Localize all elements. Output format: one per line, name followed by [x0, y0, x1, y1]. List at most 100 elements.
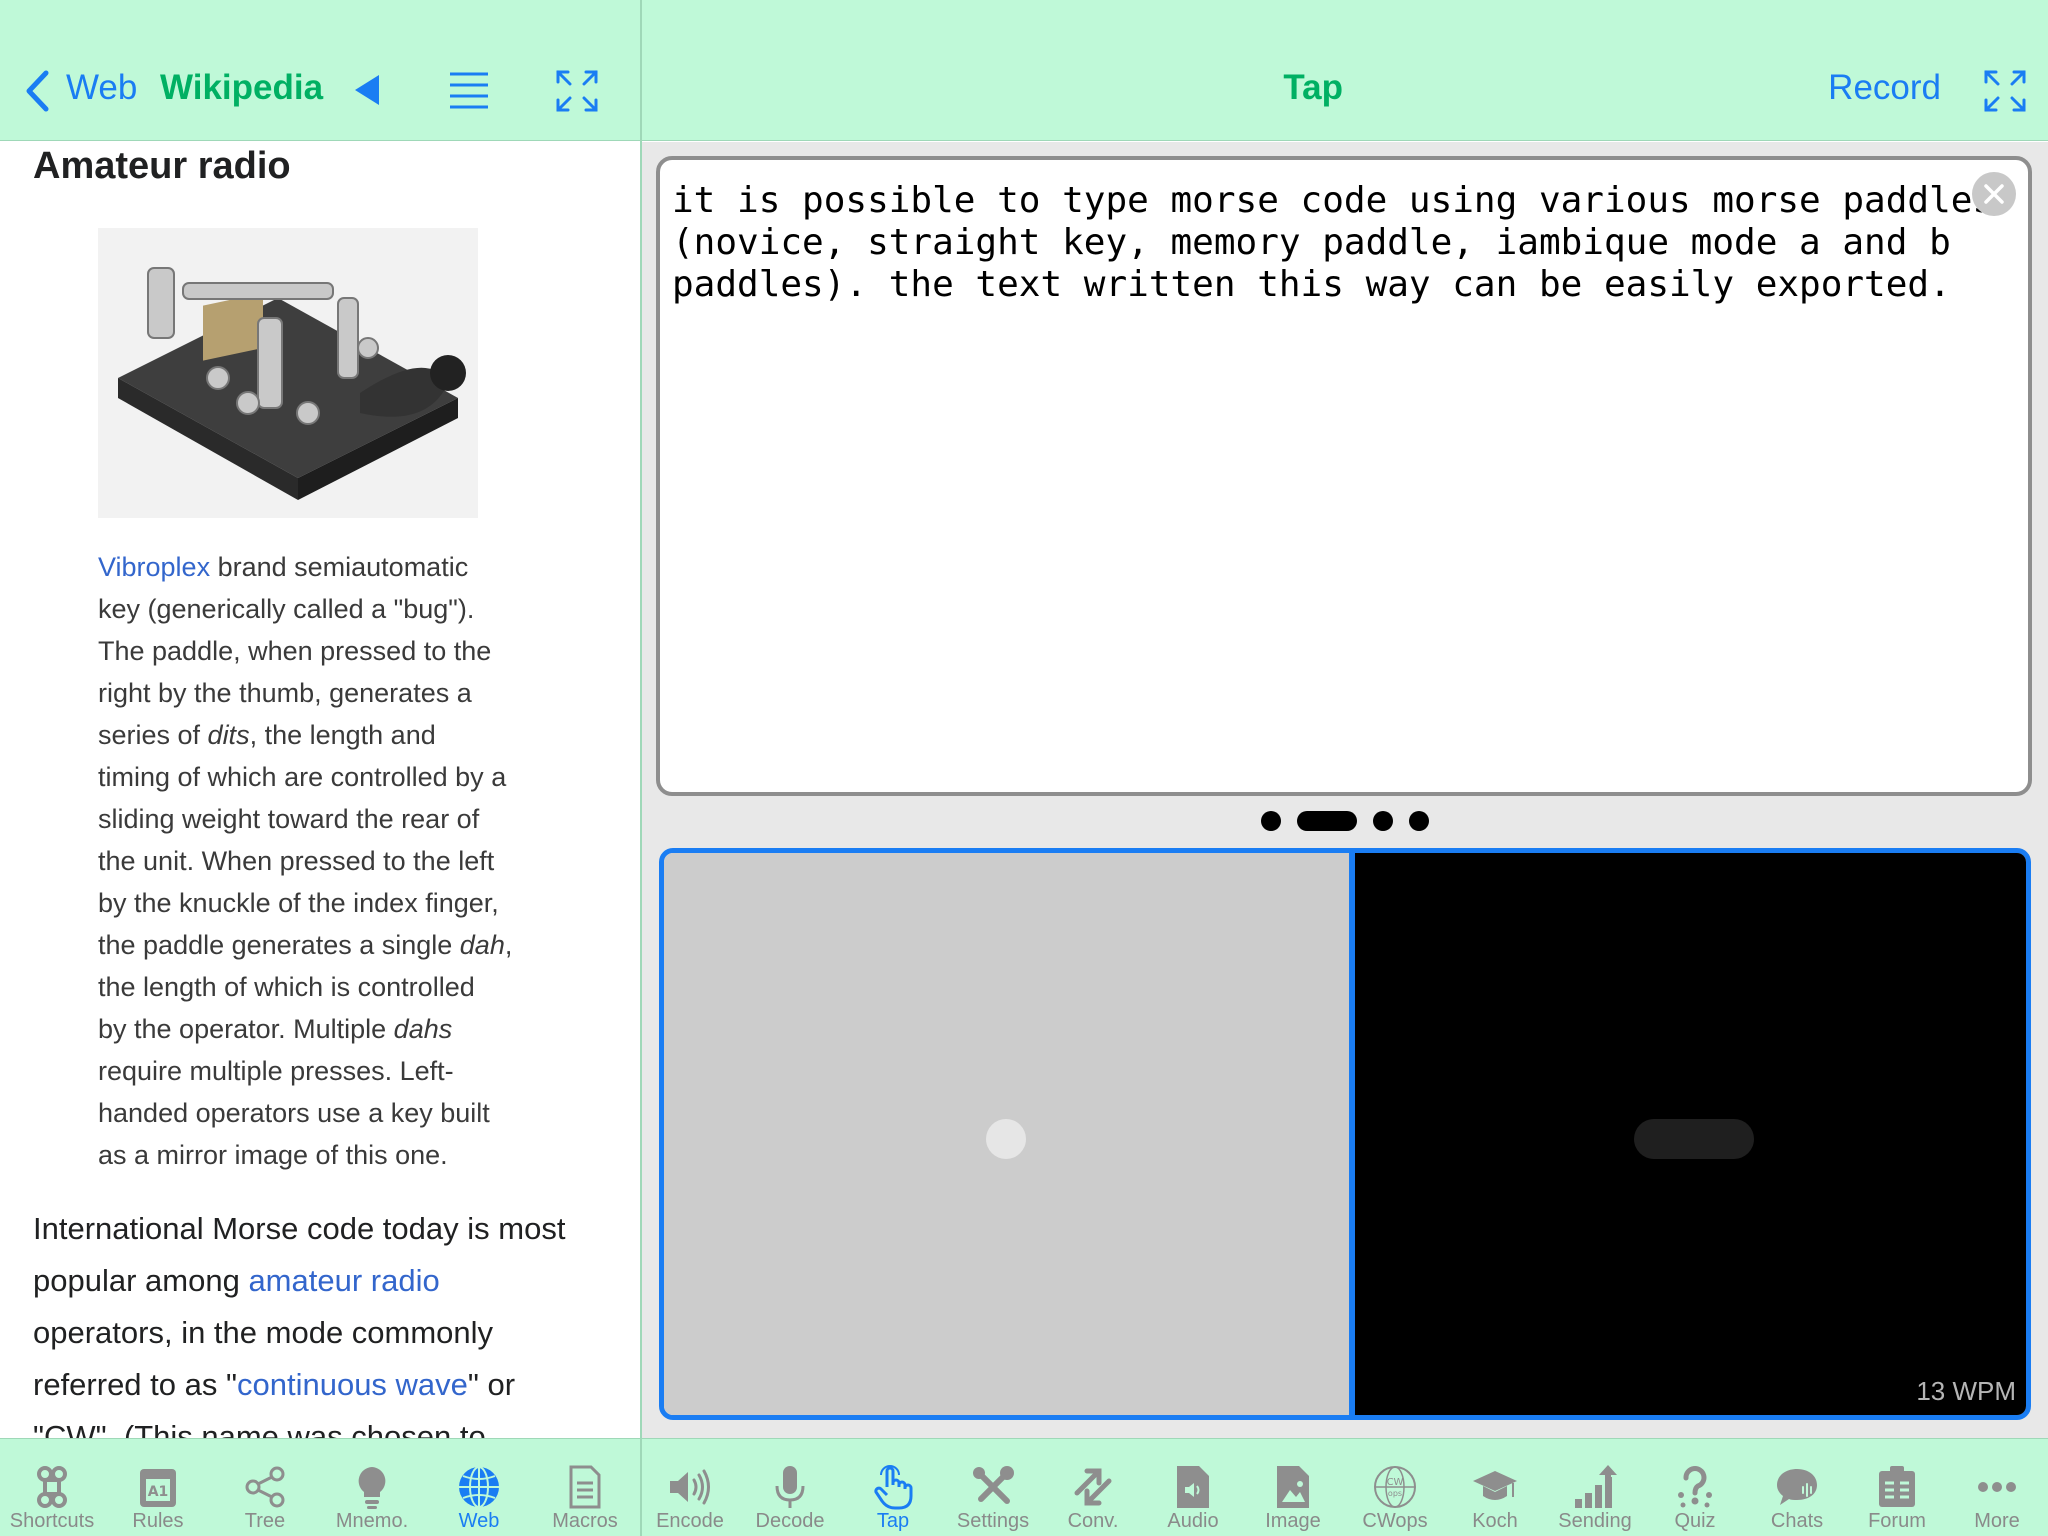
tab-conv[interactable]: Conv. [1043, 1439, 1143, 1536]
tab-web[interactable]: Web [429, 1439, 529, 1536]
cwops-icon: CW ops [1371, 1451, 1419, 1516]
back-chevron-icon[interactable] [24, 70, 50, 117]
morse-text-area[interactable]: it is possible to type morse code using … [656, 156, 2032, 796]
expand-icon[interactable] [556, 70, 598, 117]
text-segment: by the operator. Multiple [98, 1014, 394, 1044]
text-segment: , the length and [249, 720, 436, 750]
text-line: "CW". (This name was chosen to [33, 1411, 633, 1438]
clear-text-button[interactable] [1972, 172, 2016, 216]
play-back-icon[interactable] [353, 74, 381, 111]
morse-text-content[interactable]: it is possible to type morse code using … [672, 180, 1998, 306]
tab-label: Web [458, 1510, 500, 1532]
text-segment: brand semiautomatic [210, 552, 469, 582]
text-line: key (generically called a "bug"). [98, 588, 558, 630]
chat-bubble-icon [1773, 1451, 1821, 1516]
text-segment: the unit. When pressed to the left [98, 846, 495, 876]
text-line: sliding weight toward the rear of [98, 798, 558, 840]
text-segment: by the knuckle of the index finger, [98, 888, 499, 918]
text-line: require multiple presses. Left- [98, 1050, 558, 1092]
svg-text:CW: CW [1387, 1477, 1404, 1488]
speaker-icon [666, 1451, 714, 1516]
page-dot-active[interactable] [1297, 811, 1357, 831]
italic-text: dah [459, 930, 505, 960]
tab-label: Encode [656, 1510, 724, 1532]
text-line: series of dits, the length and [98, 714, 558, 756]
tab-shortcuts[interactable]: Shortcuts [2, 1439, 102, 1536]
text-line: The paddle, when pressed to the [98, 630, 558, 672]
page-dot[interactable] [1261, 811, 1281, 831]
text-line: the unit. When pressed to the left [98, 840, 558, 882]
text-line: popular among amateur radio [33, 1255, 633, 1307]
text-segment: The paddle, when pressed to the [98, 636, 492, 666]
image-file-icon [1269, 1451, 1317, 1516]
tab-sending[interactable]: Sending [1545, 1439, 1645, 1536]
tab-forum[interactable]: Forum [1847, 1439, 1947, 1536]
back-button[interactable]: Web [66, 68, 137, 108]
tab-encode[interactable]: Encode [640, 1439, 740, 1536]
image-caption: Vibroplex brand semiautomatic key (generi… [98, 546, 558, 1176]
tab-label: Conv. [1067, 1510, 1119, 1532]
tab-label: Rules [132, 1510, 184, 1532]
text-line: International Morse code today is most [33, 1203, 633, 1255]
dah-paddle[interactable]: 13 WPM [1355, 853, 2026, 1415]
record-button[interactable]: Record [1828, 68, 1941, 108]
tab-more[interactable]: More [1947, 1439, 2047, 1536]
web-nav-bar: Web Wikipedia [0, 0, 640, 141]
tab-label: Tree [244, 1510, 286, 1532]
article-link[interactable]: Vibroplex [98, 552, 210, 582]
text-line: by the knuckle of the index finger, [98, 882, 558, 924]
tab-macros[interactable]: Macros [535, 1439, 635, 1536]
text-segment: timing of which are controlled by a [98, 762, 507, 792]
tab-tree[interactable]: Tree [215, 1439, 315, 1536]
tab-label: Settings [956, 1510, 1030, 1532]
globe-icon [455, 1451, 503, 1516]
paddle-area[interactable]: 13 WPM [659, 848, 2031, 1420]
tab-koch[interactable]: Koch [1445, 1439, 1545, 1536]
text-line: the paddle generates a single dah, [98, 924, 558, 966]
tab-audio[interactable]: Audio [1143, 1439, 1243, 1536]
text-segment: as a mirror image of this one. [98, 1140, 448, 1170]
document-icon [561, 1451, 609, 1516]
tab-chats[interactable]: Chats [1747, 1439, 1847, 1536]
forum-board-icon [1873, 1451, 1921, 1516]
text-segment: series of [98, 720, 208, 750]
text-segment: International Morse code today is most [33, 1211, 566, 1246]
web-page-title: Wikipedia [160, 68, 324, 107]
tab-decode[interactable]: Decode [740, 1439, 840, 1536]
page-indicator[interactable] [642, 806, 2048, 836]
close-icon [1984, 184, 2004, 204]
page-dot[interactable] [1409, 811, 1429, 831]
tab-bar: Shortcuts A1 Rules Tree Mnemo. Web Macros Encod… [0, 1438, 2048, 1536]
tab-mnemo[interactable]: Mnemo. [322, 1439, 422, 1536]
tab-image[interactable]: Image [1243, 1439, 1343, 1536]
tab-settings[interactable]: Settings [943, 1439, 1043, 1536]
split-divider[interactable] [640, 0, 642, 1536]
text-segment: operators, in the mode commonly [33, 1315, 494, 1350]
text-segment: key (generically called a "bug"). [98, 594, 475, 624]
web-view[interactable]: Amateur radio Vibroplex brand semiautoma… [0, 142, 640, 1438]
article-link[interactable]: continuous wave [237, 1367, 468, 1402]
wpm-readout: 13 WPM [1916, 1376, 2016, 1406]
tab-tap[interactable]: Tap [843, 1439, 943, 1536]
article-body: International Morse code today is most po… [33, 1203, 633, 1438]
convert-arrows-icon [1069, 1451, 1117, 1516]
page-dot[interactable] [1373, 811, 1393, 831]
tab-label: Quiz [1674, 1510, 1716, 1532]
text-line: timing of which are controlled by a [98, 756, 558, 798]
tab-quiz[interactable]: Quiz [1645, 1439, 1745, 1536]
dit-paddle[interactable] [664, 853, 1349, 1415]
list-icon[interactable] [449, 71, 489, 114]
text-segment: sliding weight toward the rear of [98, 804, 480, 834]
audio-file-icon [1169, 1451, 1217, 1516]
tab-rules[interactable]: A1 Rules [108, 1439, 208, 1536]
text-segment: , [504, 930, 513, 960]
text-line: Vibroplex brand semiautomatic [98, 546, 558, 588]
tab-cwops[interactable]: CW ops CWops [1345, 1439, 1445, 1536]
lightbulb-icon [348, 1451, 396, 1516]
article-link[interactable]: amateur radio [248, 1263, 439, 1298]
tab-label: Forum [1868, 1510, 1926, 1532]
expand-icon[interactable] [1984, 70, 2026, 117]
tab-label: Mnemo. [335, 1510, 409, 1532]
tools-icon [969, 1451, 1017, 1516]
text-segment: the paddle generates a single [98, 930, 460, 960]
